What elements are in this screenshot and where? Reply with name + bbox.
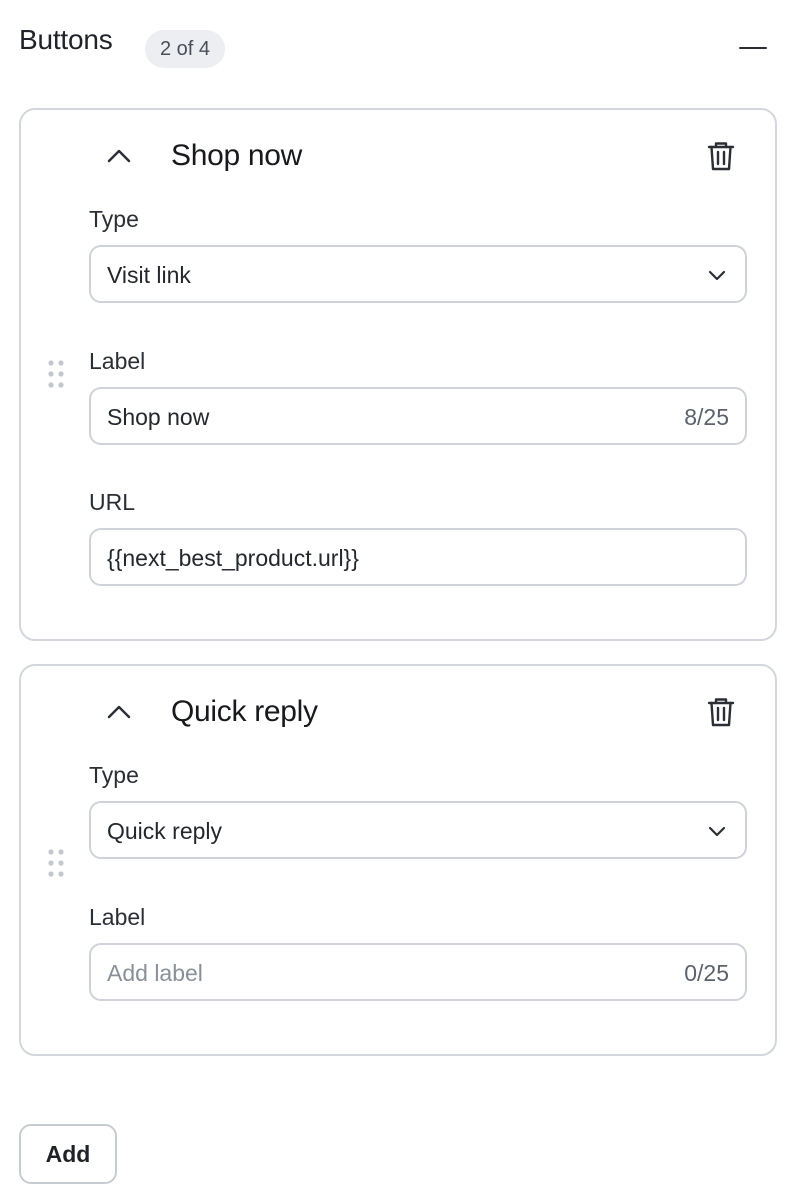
card-title: Quick reply: [171, 695, 318, 728]
card-header: Shop now: [91, 132, 745, 180]
label-label: Label: [89, 904, 146, 930]
button-card-shop-now: Shop now Type Visit link Label Shop now …: [19, 108, 777, 641]
label-char-counter: 0/25: [684, 960, 729, 986]
collapse-section-button[interactable]: [736, 30, 770, 64]
type-select[interactable]: Quick reply: [89, 801, 747, 859]
type-label: Type: [89, 206, 139, 232]
type-select[interactable]: Visit link: [89, 245, 747, 303]
label-label: Label: [89, 348, 146, 374]
buttons-panel: Buttons 2 of 4 Shop now Type Visit link …: [0, 0, 800, 1193]
type-select-value: Quick reply: [107, 818, 223, 844]
chevron-down-icon: [707, 267, 727, 283]
drag-handle-icon[interactable]: [45, 846, 67, 890]
type-select-value: Visit link: [107, 262, 191, 288]
trash-icon[interactable]: [703, 138, 739, 174]
chevron-up-icon[interactable]: [105, 144, 133, 168]
chevron-down-icon: [707, 823, 727, 839]
label-input[interactable]: Add label 0/25: [89, 943, 747, 1001]
button-card-quick-reply: Quick reply Type Quick reply Label Add l…: [19, 664, 777, 1056]
label-input[interactable]: Shop now 8/25: [89, 387, 747, 445]
section-title: Buttons: [19, 24, 113, 55]
section-header: Buttons 2 of 4: [19, 22, 770, 70]
card-title: Shop now: [171, 139, 303, 172]
label-input-placeholder: Add label: [107, 960, 203, 986]
count-badge: 2 of 4: [145, 30, 226, 68]
url-label: URL: [89, 489, 136, 515]
chevron-up-icon[interactable]: [105, 700, 133, 724]
type-label: Type: [89, 762, 139, 788]
add-button[interactable]: Add: [19, 1124, 117, 1184]
drag-handle-icon[interactable]: [45, 357, 67, 401]
trash-icon[interactable]: [703, 694, 739, 730]
url-input-value: {{next_best_product.url}}: [107, 545, 359, 571]
label-input-value: Shop now: [107, 404, 210, 430]
label-char-counter: 8/25: [684, 404, 729, 430]
minus-icon: [739, 47, 767, 49]
card-header: Quick reply: [91, 688, 745, 736]
url-input[interactable]: {{next_best_product.url}}: [89, 528, 747, 586]
